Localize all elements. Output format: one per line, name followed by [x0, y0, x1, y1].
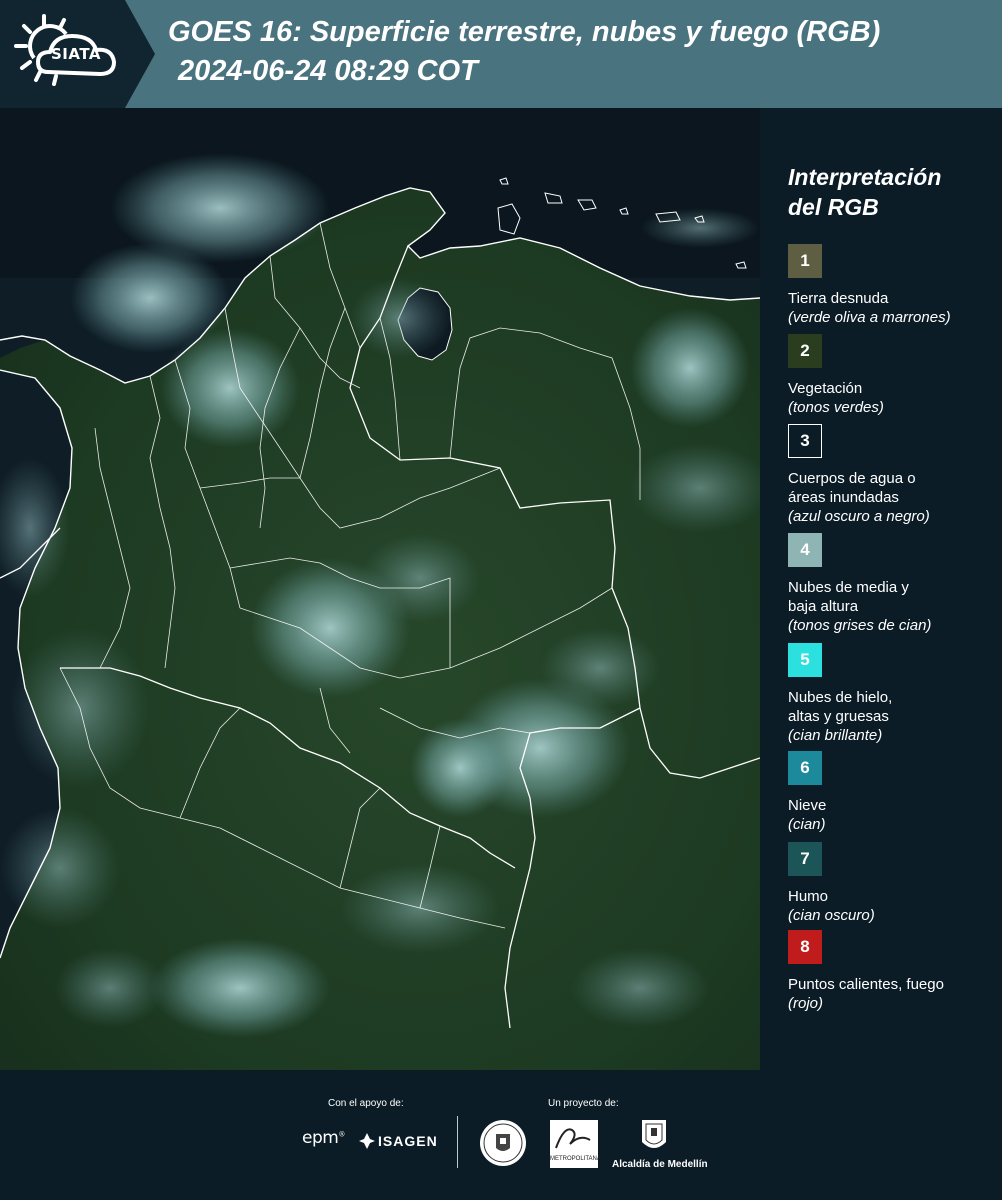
legend-label-line2: áreas inundadas: [788, 489, 899, 506]
legend-swatch: 5: [788, 643, 822, 677]
university-seal-icon[interactable]: [478, 1118, 528, 1168]
map-canvas: [0, 108, 760, 1070]
legend-title: Interpretación del RGB: [788, 162, 941, 222]
legend-label: Tierra desnuda: [788, 290, 889, 307]
legend-swatch: 7: [788, 842, 822, 876]
legend-label-line1: Cuerpos de agua o: [788, 470, 916, 487]
legend-label: Cuerpos de agua o áreas inundadas: [788, 469, 998, 507]
legend-item-smoke: 7 Humo (cian oscuro): [788, 842, 998, 925]
epm-text: epm: [302, 1128, 339, 1148]
legend-swatch: 3: [788, 424, 822, 458]
legend-item-fire: 8 Puntos calientes, fuego (rojo): [788, 930, 998, 1013]
legend-label-line2: baja altura: [788, 598, 859, 615]
legend-label: Nieve: [788, 797, 827, 814]
legend-label: Nubes de media y baja altura: [788, 578, 998, 616]
legend-label-line1: Nubes de hielo,: [788, 689, 893, 706]
logo-text: SIATA: [50, 45, 101, 63]
legend-swatch: 6: [788, 751, 822, 785]
medellin-crest-icon[interactable]: [640, 1118, 668, 1156]
legend-desc: (rojo): [788, 995, 824, 1012]
project-caption: Un proyecto de:: [548, 1098, 619, 1109]
legend-swatch: 2: [788, 334, 822, 368]
legend-desc: (tonos grises de cian): [788, 617, 932, 634]
legend-swatch: 1: [788, 244, 822, 278]
legend-swatch: 8: [788, 930, 822, 964]
legend-desc: (azul oscuro a negro): [788, 508, 930, 525]
footer-divider: [457, 1116, 458, 1168]
area-script-icon: [555, 1128, 591, 1149]
legend-panel: Interpretación del RGB 1 Tierra desnuda …: [760, 108, 1002, 1070]
legend-label-line2: altas y gruesas: [788, 708, 889, 725]
legend-title-line1: Interpretación: [788, 164, 942, 190]
header-bar: SIATA GOES 16: Superficie terrestre, nub…: [0, 0, 1002, 108]
area-metropolitana-logo[interactable]: METROPOLITANA: [550, 1120, 601, 1168]
legend-label: Humo: [788, 888, 829, 905]
legend-desc: (tonos verdes): [788, 399, 884, 416]
legend-desc: (cian brillante): [788, 727, 883, 744]
legend-label: Vegetación: [788, 380, 863, 397]
legend-label: Nubes de hielo, altas y gruesas: [788, 688, 998, 726]
page-title: GOES 16: Superficie terrestre, nubes y f…: [168, 16, 881, 48]
medellin-text: Alcaldía de Medellín: [612, 1159, 708, 1170]
isagen-logo[interactable]: ISAGEN: [378, 1133, 438, 1149]
siata-logo[interactable]: SIATA: [0, 0, 155, 108]
footer: Con el apoyo de: Un proyecto de: epm® IS…: [0, 1070, 1002, 1200]
legend-swatch: 4: [788, 533, 822, 567]
legend-title-line2: del RGB: [788, 194, 879, 220]
support-caption: Con el apoyo de:: [328, 1098, 404, 1109]
isagen-mark-icon: [359, 1133, 375, 1149]
legend-item-snow: 6 Nieve (cian): [788, 751, 998, 834]
legend-item-bare-soil: 1 Tierra desnuda (verde oliva a marrones…: [788, 244, 998, 327]
page-timestamp: 2024-06-24 08:29 COT: [178, 55, 478, 87]
satellite-map[interactable]: [0, 108, 760, 1070]
area-text: METROPOLITANA: [550, 1156, 601, 1162]
legend-label: Puntos calientes, fuego: [788, 976, 944, 993]
legend-item-water: 3 Cuerpos de agua o áreas inundadas (azu…: [788, 424, 998, 526]
legend-desc: (cian): [788, 816, 826, 833]
legend-label-line1: Nubes de media y: [788, 579, 909, 596]
legend-item-vegetation: 2 Vegetación (tonos verdes): [788, 334, 998, 417]
epm-logo[interactable]: epm®: [302, 1128, 345, 1148]
legend-item-ice-clouds: 5 Nubes de hielo, altas y gruesas (cian …: [788, 643, 998, 745]
legend-desc: (verde oliva a marrones): [788, 309, 951, 326]
legend-desc: (cian oscuro): [788, 907, 875, 924]
legend-item-low-clouds: 4 Nubes de media y baja altura (tonos gr…: [788, 533, 998, 635]
